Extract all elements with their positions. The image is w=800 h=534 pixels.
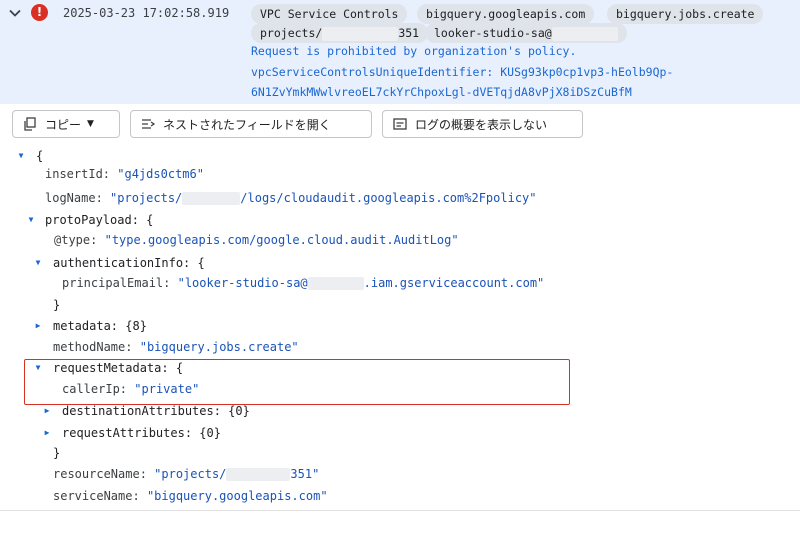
redacted-block	[182, 192, 241, 205]
service-name-value: "bigquery.googleapis.com"	[146, 489, 328, 503]
request-metadata-close-brace: }	[53, 446, 61, 460]
field-resource-name[interactable]: resourceName: "projects/351"	[53, 464, 319, 484]
chip-principal-text: looker-studio-sa@	[434, 26, 552, 40]
error-severity-icon: !	[31, 4, 48, 21]
copy-button[interactable]: コピー ▼	[12, 110, 120, 138]
summary-panel-icon	[393, 118, 407, 130]
redacted-block	[226, 468, 291, 481]
principal-email-value-suffix: .iam.gserviceaccount.com"	[363, 276, 545, 290]
collapse-root-toggle-icon[interactable]: ▼	[16, 151, 26, 161]
summary-message: Request is prohibited by organization's …	[251, 44, 577, 58]
field-service-name[interactable]: serviceName: "bigquery.googleapis.com"	[53, 486, 328, 506]
principal-email-key: principalEmail:	[62, 276, 171, 290]
request-metadata-highlight-box	[24, 359, 570, 405]
collapse-proto-payload-toggle-icon[interactable]: ▼	[26, 215, 36, 225]
chip-principal[interactable]: looker-studio-sa@	[425, 23, 627, 43]
json-payload-tree: ▼ { insertId: "g4jds0ctm6" logName: "pro…	[0, 140, 800, 510]
authentication-info-close-brace: }	[53, 298, 61, 312]
field-principal-email[interactable]: principalEmail: "looker-studio-sa@ .iam.g…	[62, 273, 544, 293]
copy-icon	[24, 117, 36, 131]
type-value: "type.googleapis.com/google.cloud.audit.…	[104, 233, 459, 247]
log-name-key: logName:	[45, 191, 103, 205]
method-name-value: "bigquery.jobs.create"	[139, 340, 299, 354]
method-name-key: methodName:	[53, 340, 133, 354]
resource-name-key: resourceName:	[53, 467, 147, 481]
redacted-block	[322, 26, 399, 41]
principal-email-value-prefix: "looker-studio-sa@	[177, 276, 308, 290]
hide-log-summary-label: ログの概要を表示しない	[415, 117, 548, 132]
redacted-block	[307, 277, 364, 290]
expand-fields-icon	[142, 119, 155, 129]
chip-project[interactable]: projects/351	[251, 23, 429, 43]
field-proto-payload[interactable]: protoPayload: {	[45, 210, 153, 230]
expand-destination-attributes-toggle-icon[interactable]: ▶	[42, 406, 52, 416]
service-name-key: serviceName:	[53, 489, 140, 503]
hide-log-summary-button[interactable]: ログの概要を表示しない	[382, 110, 583, 138]
expand-request-attributes-toggle-icon[interactable]: ▶	[42, 428, 52, 438]
expand-nested-fields-label: ネストされたフィールドを開く	[163, 117, 331, 132]
field-authentication-info[interactable]: authenticationInfo: {	[53, 253, 205, 273]
field-request-attributes[interactable]: requestAttributes: {0}	[62, 423, 221, 443]
insert-id-key: insertId:	[45, 167, 111, 181]
chip-project-prefix: projects/	[260, 26, 323, 40]
redacted-block	[551, 26, 618, 41]
field-type[interactable]: @type: "type.googleapis.com/google.cloud…	[54, 230, 459, 250]
chip-service-name[interactable]: bigquery.googleapis.com	[417, 4, 595, 24]
collapse-authentication-info-toggle-icon[interactable]: ▼	[33, 258, 43, 268]
log-entry-summary[interactable]: ! 2025-03-23 17:02:58.919 VPC Service Co…	[0, 0, 800, 104]
expand-metadata-toggle-icon[interactable]: ▶	[33, 321, 43, 331]
field-log-name[interactable]: logName: "projects/ /logs/cloudaudit.goog…	[45, 188, 537, 208]
chip-vpc-service-controls[interactable]: VPC Service Controls	[251, 4, 408, 24]
type-key: @type:	[54, 233, 98, 247]
field-insert-id[interactable]: insertId: "g4jds0ctm6"	[45, 164, 204, 184]
field-method-name[interactable]: methodName: "bigquery.jobs.create"	[53, 337, 299, 357]
bottom-divider	[0, 510, 800, 511]
resource-name-value-suffix: 351"	[290, 467, 320, 481]
log-name-value-prefix: "projects/	[110, 191, 183, 205]
insert-id-value: "g4jds0ctm6"	[117, 167, 204, 181]
expand-nested-fields-button[interactable]: ネストされたフィールドを開く	[130, 110, 372, 138]
chip-project-suffix: 351	[398, 26, 420, 40]
caret-down-icon: ▼	[87, 119, 94, 129]
root-open-brace: {	[36, 149, 44, 163]
log-name-value-suffix: /logs/cloudaudit.googleapis.com%2Fpolicy…	[240, 191, 537, 205]
summary-identifier-line-2: 6N1ZvYmkMWwlvreoEL7ckYrChpoxLgl-dVETqjdA…	[251, 85, 632, 99]
summary-identifier-line-1: vpcServiceControlsUniqueIdentifier: KUSg…	[251, 65, 674, 79]
log-timestamp: 2025-03-23 17:02:58.919	[63, 6, 230, 20]
field-metadata[interactable]: metadata: {8}	[53, 316, 147, 336]
copy-label: コピー	[45, 117, 82, 132]
chip-method-name[interactable]: bigquery.jobs.create	[607, 4, 764, 24]
resource-name-value-prefix: "projects/	[154, 467, 227, 481]
chevron-down-icon[interactable]	[6, 4, 24, 22]
